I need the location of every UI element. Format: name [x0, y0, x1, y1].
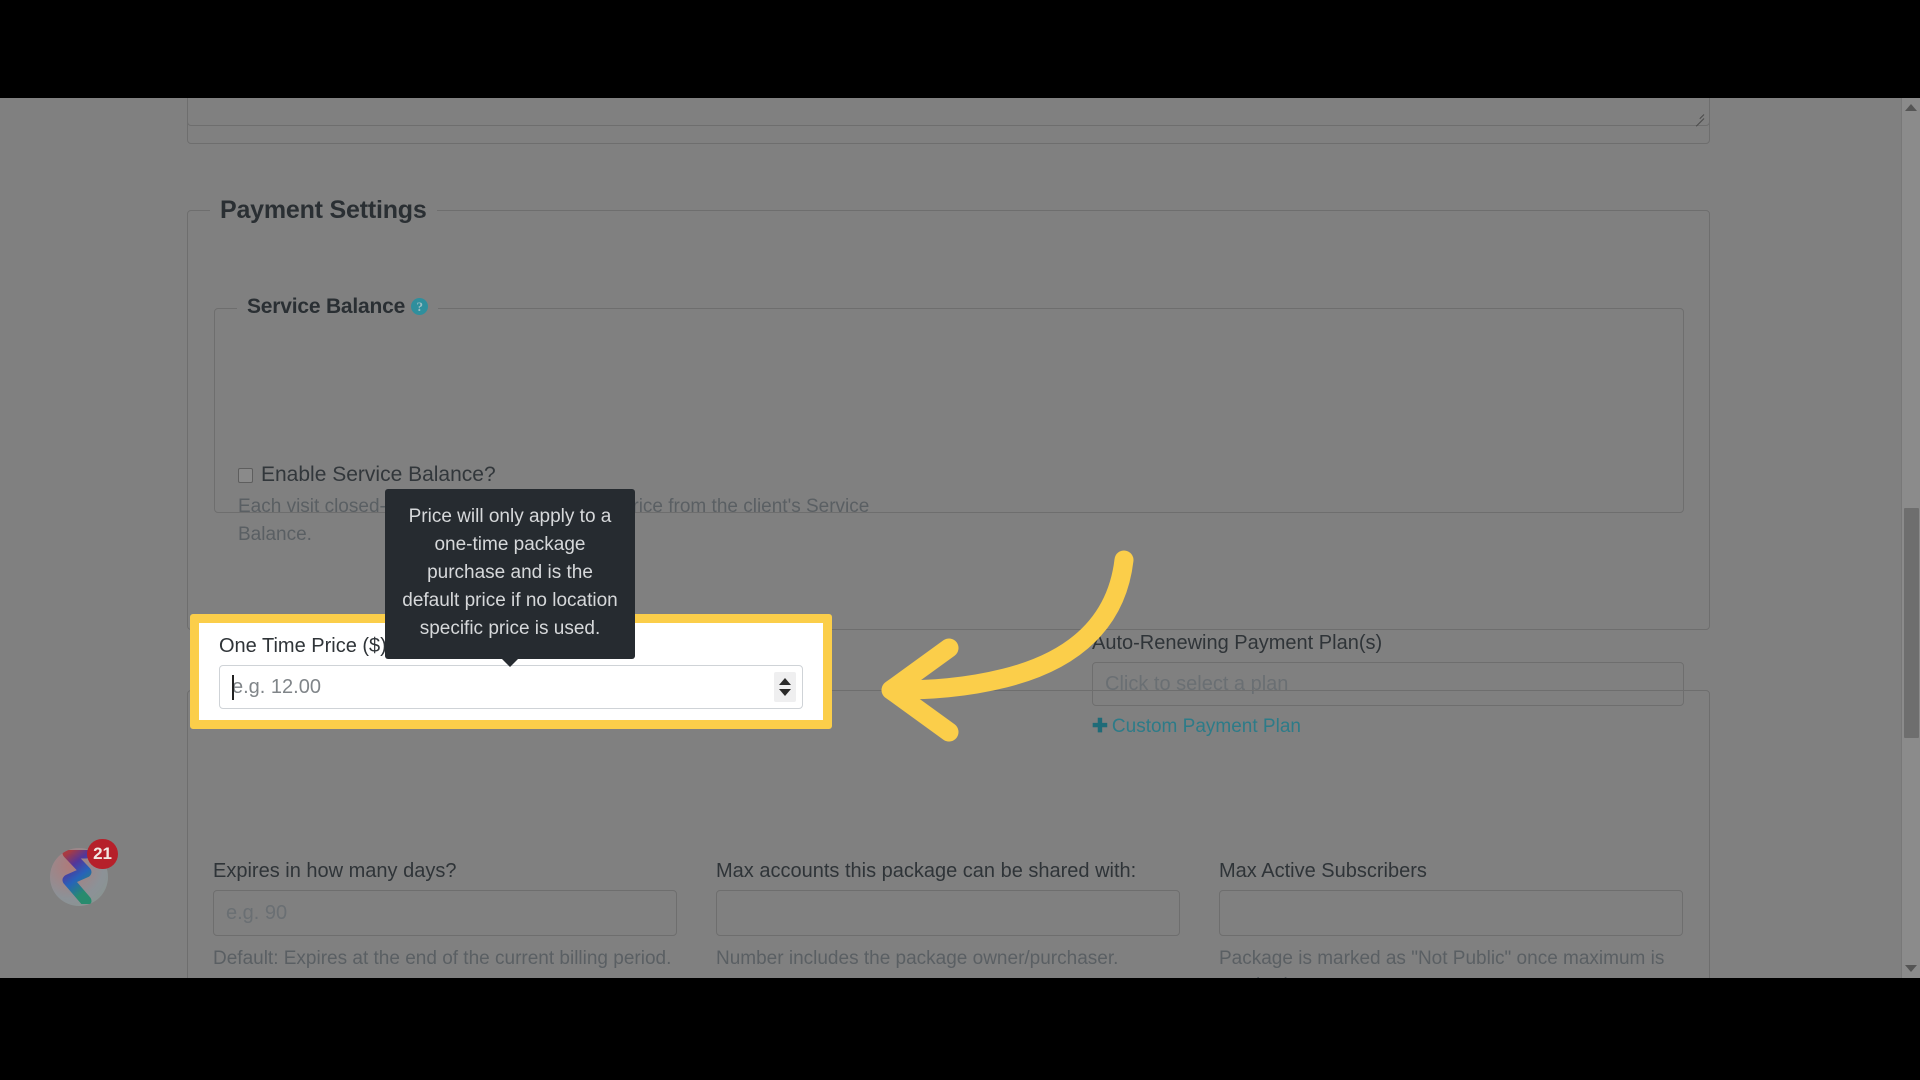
enable-service-balance-row[interactable]: Enable Service Balance?	[238, 463, 496, 487]
one-time-price-input-wrap	[219, 665, 803, 709]
expires-days-note: Default: Expires at the end of the curre…	[213, 948, 672, 969]
max-shared-accounts-note: Number includes the package owner/purcha…	[716, 948, 1119, 969]
max-active-subscribers-field-group: Max Active Subscribers Package is marked…	[1219, 860, 1683, 978]
advanced-settings-grid: Expires in how many days? Default: Expir…	[213, 860, 1685, 978]
service-balance-help-icon[interactable]: ?	[411, 298, 429, 315]
expires-days-input[interactable]	[213, 890, 677, 936]
max-shared-accounts-input[interactable]	[716, 890, 1180, 936]
text-caret	[232, 675, 234, 700]
scroll-down-arrow-icon[interactable]	[1905, 965, 1917, 972]
max-active-subscribers-input[interactable]	[1219, 890, 1683, 936]
caret-up-icon[interactable]	[779, 678, 791, 685]
chat-unread-badge: 21	[87, 839, 118, 869]
one-time-price-input[interactable]	[219, 665, 803, 709]
max-shared-accounts-field-group: Max accounts this package can be shared …	[716, 860, 1180, 978]
payment-settings-legend: Payment Settings	[210, 196, 437, 225]
max-shared-accounts-label: Max accounts this package can be shared …	[716, 860, 1137, 882]
textarea-resize-grip[interactable]	[1691, 108, 1705, 127]
caret-down-icon[interactable]	[779, 689, 791, 696]
one-time-price-tooltip: Price will only apply to a one-time pack…	[385, 489, 635, 667]
one-time-price-stepper[interactable]	[774, 672, 796, 702]
chat-widget[interactable]: 21	[50, 839, 118, 906]
enable-service-balance-label: Enable Service Balance?	[261, 463, 496, 486]
max-active-subscribers-note: Package is marked as "Not Public" once m…	[1219, 948, 1665, 978]
screen-root: Payment Settings Service Balance? Enable…	[0, 0, 1920, 1080]
scrollbar-thumb[interactable]	[1904, 508, 1919, 738]
enable-service-balance-checkbox[interactable]	[238, 467, 253, 483]
service-balance-legend: Service Balance?	[237, 295, 439, 319]
expires-days-field-group: Expires in how many days? Default: Expir…	[213, 860, 677, 978]
expires-days-label: Expires in how many days?	[213, 860, 457, 882]
page-scrollbar[interactable]	[1901, 98, 1920, 978]
max-active-subscribers-label: Max Active Subscribers	[1219, 860, 1427, 882]
payment-plans-label: Auto-Renewing Payment Plan(s)	[1092, 632, 1383, 654]
service-balance-legend-text: Service Balance	[247, 295, 406, 318]
scroll-up-arrow-icon[interactable]	[1905, 104, 1917, 111]
page-viewport: Payment Settings Service Balance? Enable…	[0, 98, 1920, 978]
description-textarea[interactable]	[187, 98, 1710, 127]
